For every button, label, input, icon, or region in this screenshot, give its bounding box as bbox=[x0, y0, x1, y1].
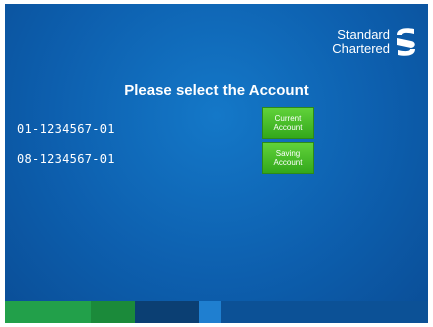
footer-color-bar bbox=[5, 301, 428, 323]
footer-segment-blue-accent bbox=[199, 301, 221, 323]
account-number-saving: 08-1234567-01 bbox=[17, 152, 115, 166]
current-account-button-line2: Account bbox=[273, 123, 303, 132]
saving-account-button-line1: Saving bbox=[275, 149, 301, 158]
brand-name-line1: Standard bbox=[337, 27, 390, 42]
atm-screen: Standard Chartered Please select the Acc… bbox=[5, 4, 428, 323]
brand-logo: Standard Chartered bbox=[332, 26, 418, 58]
standard-chartered-logo-icon bbox=[397, 28, 415, 56]
footer-segment-navy bbox=[135, 301, 199, 323]
footer-segment-green-dark bbox=[91, 301, 135, 323]
account-number-current: 01-1234567-01 bbox=[17, 122, 115, 136]
brand-name: Standard Chartered bbox=[332, 28, 390, 56]
page-title: Please select the Account bbox=[124, 82, 309, 99]
footer-segment-blue bbox=[221, 301, 428, 323]
current-account-button[interactable]: Current Account bbox=[262, 107, 314, 139]
footer-segment-green-light bbox=[5, 301, 91, 323]
saving-account-button-line2: Account bbox=[273, 158, 303, 167]
brand-name-line2: Chartered bbox=[332, 41, 390, 56]
current-account-button-line1: Current bbox=[274, 114, 302, 123]
saving-account-button[interactable]: Saving Account bbox=[262, 142, 314, 174]
